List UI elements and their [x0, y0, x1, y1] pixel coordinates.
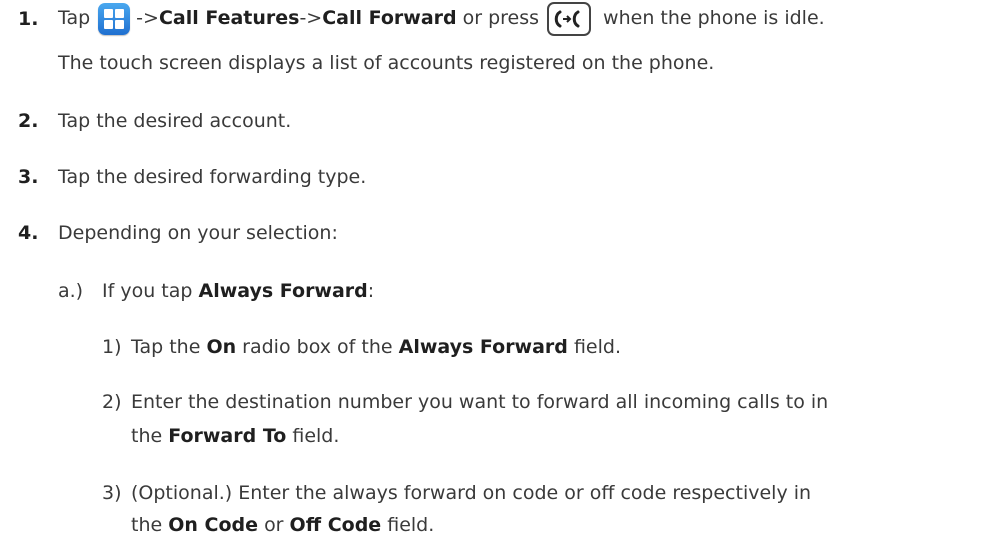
step-1-text: Tap: [58, 7, 91, 30]
step-number: 1.: [18, 8, 39, 30]
when-idle-text: when the phone is idle.: [603, 7, 825, 30]
text: or: [264, 514, 284, 536]
forward-to-label: Forward To: [168, 425, 287, 447]
text: the: [131, 514, 163, 536]
arrow: ->: [136, 7, 159, 30]
text: field.: [573, 336, 621, 358]
sub-a-label: a.): [58, 280, 84, 302]
step-1-line: Tap -> Call Features -> Call Forward or …: [58, 2, 825, 36]
step-number: 2.: [18, 110, 39, 132]
sub-step-label: 2): [102, 391, 122, 413]
sub-step-label: 1): [102, 336, 122, 358]
text: Tap the: [131, 336, 201, 358]
arrow: ->: [299, 7, 323, 30]
sub-a-text: If you tap Always Forward:: [102, 280, 374, 304]
sub-step-3-line2: the On Code or Off Code field.: [131, 514, 434, 538]
always-forward-label: Always Forward: [198, 280, 368, 302]
text: the: [131, 425, 163, 447]
on-label: On: [206, 336, 237, 358]
colon: :: [367, 280, 375, 302]
step-number: 4.: [18, 222, 39, 244]
sub-step-1-text: Tap the On radio box of the Always Forwa…: [131, 336, 621, 360]
call-forward-label: Call Forward: [322, 7, 457, 30]
step-1-detail: The touch screen displays a list of acco…: [58, 52, 715, 74]
call-features-label: Call Features: [158, 7, 300, 30]
always-forward-label: Always Forward: [398, 336, 568, 358]
text: field.: [387, 514, 435, 536]
step-3-text: Tap the desired forwarding type.: [58, 166, 367, 188]
sub-step-2-line1: Enter the destination number you want to…: [131, 391, 829, 413]
forward-key-icon: [547, 2, 592, 36]
sub-a-prefix: If you tap: [102, 280, 193, 302]
sub-step-2-line2: the Forward To field.: [131, 425, 339, 449]
sub-step-3-line1: (Optional.) Enter the always forward on …: [131, 482, 812, 504]
text: radio box of the: [242, 336, 393, 358]
sub-step-label: 3): [102, 482, 122, 504]
step-number: 3.: [18, 166, 39, 188]
step-2-text: Tap the desired account.: [58, 110, 292, 132]
step-4-text: Depending on your selection:: [58, 222, 338, 244]
menu-icon: [98, 3, 131, 35]
or-press-text: or press: [462, 7, 540, 30]
text: field.: [292, 425, 340, 447]
off-code-label: Off Code: [289, 514, 382, 536]
on-code-label: On Code: [168, 514, 259, 536]
